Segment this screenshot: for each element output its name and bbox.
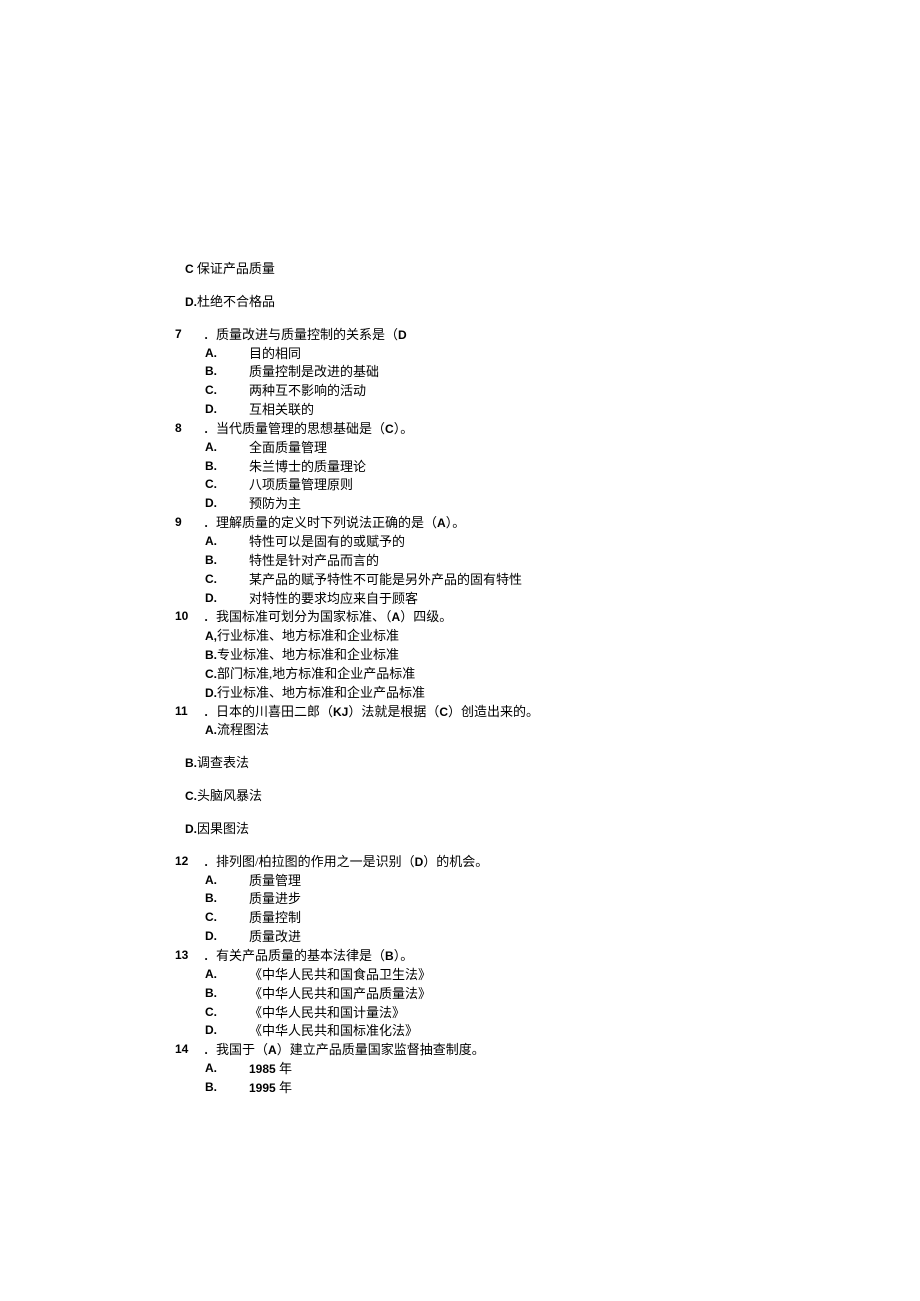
option-a: A.特性可以是固有的或赋予的 — [205, 533, 745, 552]
option-a: A.1985 年 — [205, 1060, 745, 1079]
option-letter: C — [185, 262, 194, 276]
question-stem: 7 ．质量改进与质量控制的关系是（D — [175, 326, 745, 345]
option-c: C.质量控制 — [205, 909, 745, 928]
option-d: D.因果图法 — [185, 820, 745, 839]
option-d: D.对特性的要求均应来自于顾客 — [205, 590, 745, 609]
option-c: C.头脑风暴法 — [185, 787, 745, 806]
question-12: 12 ．排列图/柏拉图的作用之一是识别（D）的机会。 A.质量管理 B.质量进步… — [175, 853, 745, 947]
option-b: B.朱兰博士的质量理论 — [205, 458, 745, 477]
question-text: ．我国于（A）建立产品质量国家监督抽查制度。 — [203, 1041, 745, 1060]
question-text: ．有关产品质量的基本法律是（B）。 — [203, 947, 745, 966]
option-c: C.《中华人民共和国计量法》 — [205, 1004, 745, 1023]
option-text: 杜绝不合格品 — [197, 294, 275, 309]
question-stem: 14 ．我国于（A）建立产品质量国家监督抽查制度。 — [175, 1041, 745, 1060]
question-text: ．质量改进与质量控制的关系是（D — [203, 326, 745, 345]
question-number: 10 — [175, 608, 203, 627]
question-10: 10 ．我国标准可划分为国家标准、（A）四级。 A,行业标准、地方标准和企业标准… — [175, 608, 745, 702]
option-d: D.行业标准、地方标准和企业产品标准 — [205, 684, 745, 703]
option-d: D.预防为主 — [205, 495, 745, 514]
question-number: 8 — [175, 420, 203, 439]
question-stem: 10 ．我国标准可划分为国家标准、（A）四级。 — [175, 608, 745, 627]
option-d: D.《中华人民共和国标准化法》 — [205, 1022, 745, 1041]
option-d: D.杜绝不合格品 — [185, 293, 745, 312]
option-b: B.质量控制是改进的基础 — [205, 363, 745, 382]
question-number: 7 — [175, 326, 203, 345]
option-a: A.目的相同 — [205, 345, 745, 364]
option-b: B.《中华人民共和国产品质量法》 — [205, 985, 745, 1004]
question-text: ．日本的川喜田二郎（KJ）法就是根据（C）创造出来的。 — [203, 703, 745, 722]
option-list: A.《中华人民共和国食品卫生法》 B.《中华人民共和国产品质量法》 C.《中华人… — [205, 966, 745, 1041]
question-stem: 12 ．排列图/柏拉图的作用之一是识别（D）的机会。 — [175, 853, 745, 872]
option-list: A.特性可以是固有的或赋予的 B.特性是针对产品而言的 C.某产品的赋予特性不可… — [205, 533, 745, 608]
question-number: 12 — [175, 853, 203, 872]
option-a: A.质量管理 — [205, 872, 745, 891]
option-text: 保证产品质量 — [194, 261, 275, 276]
question-number: 9 — [175, 514, 203, 533]
option-list: A.质量管理 B.质量进步 C.质量控制 D.质量改进 — [205, 872, 745, 947]
question-text: ．排列图/柏拉图的作用之一是识别（D）的机会。 — [203, 853, 745, 872]
option-letter: D. — [185, 295, 197, 309]
option-list: A.目的相同 B.质量控制是改进的基础 C.两种互不影响的活动 D.互相关联的 — [205, 345, 745, 420]
option-a: A.流程图法 — [205, 721, 745, 740]
option-c: C 保证产品质量 — [185, 260, 745, 279]
question-stem: 13 ．有关产品质量的基本法律是（B）。 — [175, 947, 745, 966]
option-b: B.调查表法 — [185, 754, 745, 773]
question-14: 14 ．我国于（A）建立产品质量国家监督抽查制度。 A.1985 年 B.199… — [175, 1041, 745, 1098]
option-b: B.质量进步 — [205, 890, 745, 909]
option-list: A.1985 年 B.1995 年 — [205, 1060, 745, 1098]
question-number: 11 — [175, 703, 203, 722]
question-stem: 8 ．当代质量管理的思想基础是（C）。 — [175, 420, 745, 439]
question-number: 13 — [175, 947, 203, 966]
option-a: A,行业标准、地方标准和企业标准 — [205, 627, 745, 646]
option-b: B.特性是针对产品而言的 — [205, 552, 745, 571]
option-a: A.《中华人民共和国食品卫生法》 — [205, 966, 745, 985]
question-text: ．我国标准可划分为国家标准、（A）四级。 — [203, 608, 745, 627]
option-c: C.两种互不影响的活动 — [205, 382, 745, 401]
option-d: D.互相关联的 — [205, 401, 745, 420]
option-d: D.质量改进 — [205, 928, 745, 947]
option-b: B.1995 年 — [205, 1079, 745, 1098]
question-number: 14 — [175, 1041, 203, 1060]
orphan-options: C 保证产品质量 — [175, 260, 745, 279]
question-8: 8 ．当代质量管理的思想基础是（C）。 A.全面质量管理 B.朱兰博士的质量理论… — [175, 420, 745, 514]
question-text: ．当代质量管理的思想基础是（C）。 — [203, 420, 745, 439]
option-list: A.全面质量管理 B.朱兰博士的质量理论 C.八项质量管理原则 D.预防为主 — [205, 439, 745, 514]
question-stem: 11 ．日本的川喜田二郎（KJ）法就是根据（C）创造出来的。 — [175, 703, 745, 722]
option-c: C.部门标准,地方标准和企业产品标准 — [205, 665, 745, 684]
option-b: B.专业标准、地方标准和企业标准 — [205, 646, 745, 665]
question-stem: 9 ．理解质量的定义时下列说法正确的是（A）。 — [175, 514, 745, 533]
question-9: 9 ．理解质量的定义时下列说法正确的是（A）。 A.特性可以是固有的或赋予的 B… — [175, 514, 745, 608]
question-7: 7 ．质量改进与质量控制的关系是（D A.目的相同 B.质量控制是改进的基础 C… — [175, 326, 745, 420]
question-text: ．理解质量的定义时下列说法正确的是（A）。 — [203, 514, 745, 533]
question-13: 13 ．有关产品质量的基本法律是（B）。 A.《中华人民共和国食品卫生法》 B.… — [175, 947, 745, 1041]
option-a: A.全面质量管理 — [205, 439, 745, 458]
option-c: C.八项质量管理原则 — [205, 476, 745, 495]
question-11: 11 ．日本的川喜田二郎（KJ）法就是根据（C）创造出来的。 A.流程图法 B.… — [175, 703, 745, 839]
orphan-options: D.杜绝不合格品 — [175, 293, 745, 312]
option-c: C.某产品的赋予特性不可能是另外产品的固有特性 — [205, 571, 745, 590]
